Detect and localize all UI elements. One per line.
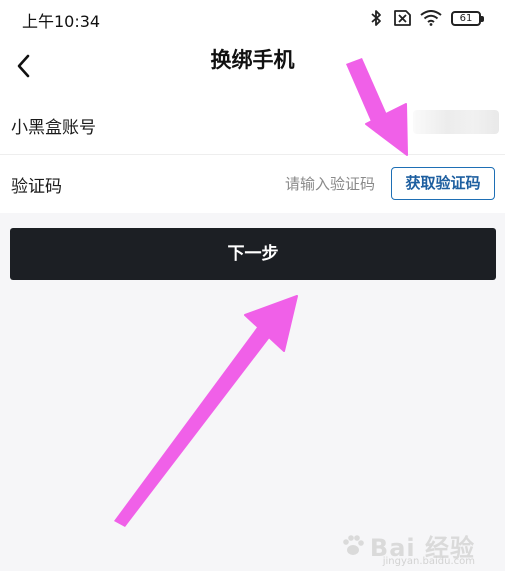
annotation-arrow-to-next bbox=[114, 295, 298, 527]
paw-logo-icon bbox=[343, 534, 364, 555]
annotation-arrows bbox=[114, 58, 408, 527]
watermark: Bai 经验 jingyan.baidu.com bbox=[340, 528, 475, 567]
annotation-arrow-to-get-code bbox=[346, 58, 408, 156]
watermark-url: jingyan.baidu.com bbox=[382, 556, 475, 567]
